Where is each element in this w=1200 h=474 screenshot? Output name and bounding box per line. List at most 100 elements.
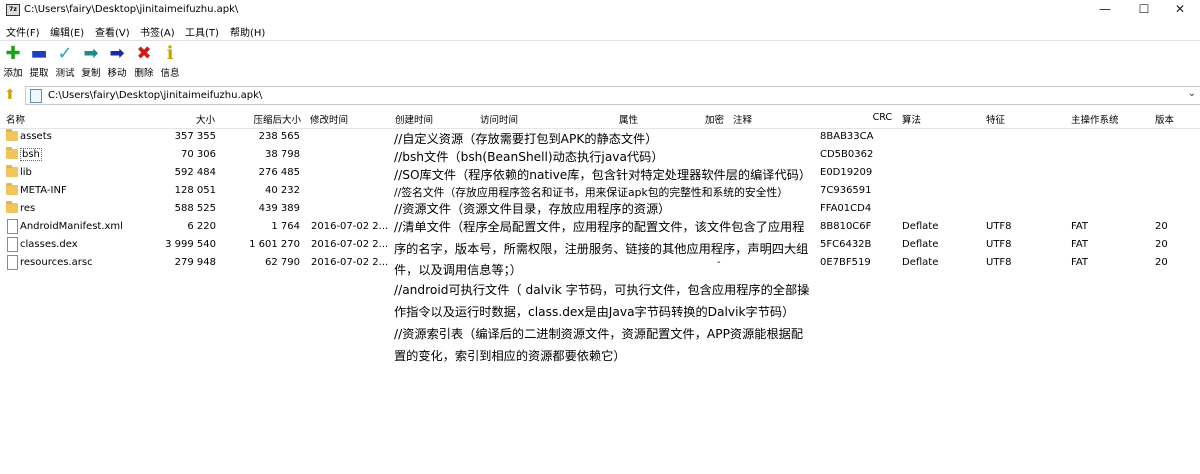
add-icon: ✚: [5, 43, 21, 64]
delete-icon: ✖: [136, 43, 152, 64]
file-crc: 7C936591: [820, 185, 872, 196]
file-name: resources.arsc: [20, 257, 93, 268]
file-size: 3 999 540: [165, 239, 216, 250]
maximize-button[interactable]: ☐: [1124, 0, 1164, 20]
column-created[interactable]: 创建时间: [395, 112, 433, 126]
file-packed-size: 439 389: [258, 203, 300, 214]
file-method: Deflate: [902, 257, 939, 268]
move-button[interactable]: ➡ 移动: [105, 43, 129, 81]
menu-file[interactable]: 文件(F): [6, 24, 40, 39]
column-packed-size[interactable]: 压缩后大小: [245, 112, 301, 126]
copy-button[interactable]: ➡ 复制: [79, 43, 103, 81]
move-label: 移动: [107, 68, 127, 79]
delete-label: 删除: [134, 68, 154, 79]
minimize-button[interactable]: —: [1085, 0, 1125, 20]
column-method[interactable]: 算法: [902, 112, 921, 126]
file-modified: 2016-07-02 2...: [311, 239, 389, 250]
file-packed-size: 62 790: [265, 257, 300, 268]
file-packed-size: 1 764: [271, 221, 300, 232]
note-assets: //自定义资源（存放需要打包到APK的静态文件）: [394, 132, 658, 146]
column-attributes[interactable]: 属性: [612, 112, 638, 126]
file-method: Deflate: [902, 239, 939, 250]
file-host-os: FAT: [1071, 239, 1089, 250]
app-icon: 7z: [6, 4, 20, 16]
add-label: 添加: [3, 68, 23, 79]
file-icon: [7, 219, 18, 234]
info-button[interactable]: ℹ 信息: [158, 43, 182, 81]
file-name: classes.dex: [20, 239, 78, 250]
file-crc: 0E7BF519: [820, 257, 871, 268]
file-host-os: FAT: [1071, 221, 1089, 232]
menu-help[interactable]: 帮助(H): [230, 24, 265, 39]
menu-bar: 文件(F) 编辑(E) 查看(V) 书签(A) 工具(T) 帮助(H): [0, 20, 1200, 40]
copy-label: 复制: [81, 68, 101, 79]
note-lib: //SO库文件（程序依赖的native库，包含针对特定处理器软件层的编译代码）: [394, 168, 812, 182]
extract-label: 提取: [29, 68, 49, 79]
file-crc: 8B810C6F: [820, 221, 872, 232]
column-host-os[interactable]: 主操作系统: [1071, 112, 1119, 126]
file-size: 70 306: [181, 149, 216, 160]
file-host-os: FAT: [1071, 257, 1089, 268]
file-modified: 2016-07-02 2...: [311, 221, 389, 232]
column-version[interactable]: 版本: [1155, 112, 1174, 126]
stray-dash: -: [717, 257, 721, 268]
file-modified: 2016-07-02 2...: [311, 257, 389, 268]
column-characteristics[interactable]: 特征: [986, 112, 1005, 126]
note-dex-1: //android可执行文件（ dalvik 字节码，可执行文件，包含应用程序的…: [394, 283, 810, 297]
file-icon: [7, 237, 18, 252]
file-name: res: [20, 203, 36, 214]
column-size[interactable]: 大小: [175, 112, 215, 126]
menu-view[interactable]: 查看(V): [95, 24, 130, 39]
folder-icon: [6, 183, 18, 195]
note-manifest-2: 序的名字，版本号，所需权限，注册服务、链接的其他应用程序，声明四大组: [394, 242, 809, 256]
file-characteristics: UTF8: [986, 257, 1012, 268]
file-packed-size: 238 565: [258, 131, 300, 142]
file-name: AndroidManifest.xml: [20, 221, 123, 232]
folder-icon: [6, 165, 18, 177]
column-accessed[interactable]: 访问时间: [480, 112, 518, 126]
up-folder-icon[interactable]: ⬆: [4, 87, 20, 103]
file-crc: E0D19209: [820, 167, 873, 178]
file-crc: FFA01CD4: [820, 203, 872, 214]
file-crc: CD5B0362: [820, 149, 874, 160]
address-field[interactable]: C:\Users\fairy\Desktop\jinitaimeifuzhu.a…: [25, 86, 1200, 105]
file-characteristics: UTF8: [986, 221, 1012, 232]
extract-button[interactable]: ▬ 提取: [27, 43, 51, 81]
file-crc: 5FC6432B: [820, 239, 872, 250]
column-encrypted[interactable]: 加密: [700, 112, 724, 126]
info-label: 信息: [160, 68, 180, 79]
address-path[interactable]: C:\Users\fairy\Desktop\jinitaimeifuzhu.a…: [48, 90, 262, 101]
file-size: 128 051: [174, 185, 216, 196]
delete-button[interactable]: ✖ 删除: [132, 43, 156, 81]
menu-tools[interactable]: 工具(T): [185, 24, 219, 39]
file-version: 20: [1155, 257, 1168, 268]
file-packed-size: 276 485: [258, 167, 300, 178]
close-button[interactable]: ✕: [1160, 0, 1200, 20]
column-modified[interactable]: 修改时间: [310, 112, 348, 126]
copy-icon: ➡: [83, 43, 99, 64]
note-arsc-2: 置的变化，索引到相应的资源都要依赖它）: [394, 349, 626, 363]
file-size: 588 525: [174, 203, 216, 214]
column-name[interactable]: 名称: [6, 112, 25, 126]
file-crc: 8BAB33CA: [820, 131, 874, 142]
test-button[interactable]: ✓ 测试: [53, 43, 77, 81]
chevron-down-icon[interactable]: ⌄: [1188, 88, 1196, 99]
note-arsc-1: //资源索引表（编译后的二进制资源文件，资源配置文件，APP资源能根据配: [394, 327, 804, 341]
column-crc[interactable]: CRC: [860, 112, 892, 123]
menu-edit[interactable]: 编辑(E): [50, 24, 84, 39]
file-icon: [7, 255, 18, 270]
test-icon: ✓: [57, 43, 73, 64]
extract-icon: ▬: [30, 43, 48, 64]
file-packed-size: 40 232: [265, 185, 300, 196]
file-packed-size: 38 798: [265, 149, 300, 160]
note-manifest-1: //清单文件（程序全局配置文件，应用程序的配置文件，该文件包含了应用程: [394, 220, 805, 234]
folder-icon: [6, 129, 18, 141]
move-icon: ➡: [109, 43, 125, 64]
file-name: META-INF: [20, 185, 67, 196]
file-name: bsh: [20, 148, 42, 161]
column-comment[interactable]: 注释: [733, 112, 752, 126]
menu-bookmarks[interactable]: 书签(A): [140, 24, 175, 39]
folder-icon: [6, 201, 18, 213]
note-dex-2: 作指令以及运行时数据，class.dex是由Java字节码转换的Dalvik字节…: [394, 305, 795, 319]
add-button[interactable]: ✚ 添加: [1, 43, 25, 81]
